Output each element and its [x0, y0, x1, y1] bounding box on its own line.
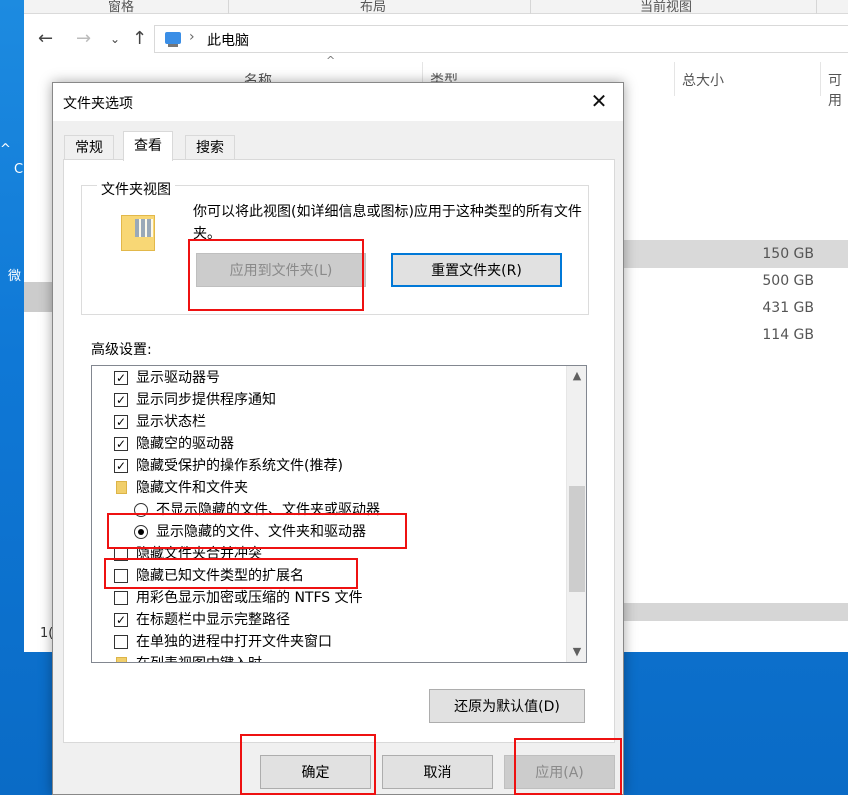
advanced-setting-label: 在单独的进程中打开文件夹窗口	[136, 634, 332, 650]
column-header-total-size[interactable]: 总大小	[682, 70, 724, 90]
advanced-setting-label: 显示驱动器号	[136, 370, 220, 386]
forward-arrow-icon[interactable]: →	[76, 28, 91, 49]
advanced-setting-label: 隐藏空的驱动器	[136, 436, 234, 452]
close-icon[interactable]: ✕	[587, 89, 611, 113]
ribbon-group-current-view[interactable]: 当前视图	[640, 0, 692, 15]
ribbon-group-layout[interactable]: 布局	[360, 0, 386, 15]
chevron-right-icon: ›	[189, 29, 195, 45]
checkbox-unchecked[interactable]	[114, 547, 128, 561]
checkbox-checked[interactable]: ✓	[114, 459, 128, 473]
advanced-setting-item[interactable]: ✓ 显示同步提供程序通知	[92, 389, 562, 411]
apply-button[interactable]: 应用(A)	[504, 755, 615, 789]
checkbox-checked[interactable]: ✓	[114, 437, 128, 451]
ok-button[interactable]: 确定	[260, 755, 371, 789]
folder-icon	[116, 481, 127, 494]
advanced-setting-item[interactable]: 隐藏文件夹合并冲突	[92, 543, 562, 565]
advanced-setting-label: 显示同步提供程序通知	[136, 392, 276, 408]
tab-view[interactable]: 查看	[123, 131, 173, 161]
desktop-icon-arrow: ^	[0, 142, 11, 157]
radio-unselected[interactable]	[134, 503, 148, 517]
advanced-setting-label: 隐藏文件和文件夹	[136, 480, 248, 496]
advanced-setting-label: 在列表视图中键入时	[136, 653, 262, 662]
checkbox-checked[interactable]: ✓	[114, 393, 128, 407]
advanced-setting-item[interactable]: ✓ 显示驱动器号	[92, 367, 562, 389]
address-bar[interactable]: › 此电脑	[154, 25, 848, 53]
advanced-setting-label: 显示隐藏的文件、文件夹和驱动器	[156, 524, 366, 540]
checkbox-unchecked[interactable]	[114, 569, 128, 583]
advanced-setting-label: 隐藏文件夹合并冲突	[136, 546, 262, 562]
sort-ascending-icon: ^	[326, 54, 336, 67]
radio-selected[interactable]	[134, 525, 148, 539]
reset-folders-button[interactable]: 重置文件夹(R)	[391, 253, 562, 287]
advanced-setting-item[interactable]: ✓ 在标题栏中显示完整路径	[92, 609, 562, 631]
folder-icon	[116, 657, 127, 662]
advanced-setting-label: 用彩色显示加密或压缩的 NTFS 文件	[136, 590, 363, 606]
horizontal-scrollbar[interactable]	[622, 603, 848, 621]
advanced-setting-label: 在标题栏中显示完整路径	[136, 612, 290, 628]
advanced-setting-item[interactable]: 在单独的进程中打开文件夹窗口	[92, 631, 562, 653]
advanced-setting-item: 隐藏文件和文件夹	[92, 477, 562, 499]
folder-view-description: 你可以将此视图(如详细信息或图标)应用于这种类型的所有文件夹。	[193, 204, 582, 242]
advanced-setting-label: 不显示隐藏的文件、文件夹或驱动器	[156, 502, 380, 518]
checkbox-checked[interactable]: ✓	[114, 371, 128, 385]
nav-pane-selected[interactable]	[24, 282, 54, 312]
drive-size: 150 GB	[762, 246, 814, 262]
checkbox-checked[interactable]: ✓	[114, 415, 128, 429]
column-header-free-space[interactable]: 可用	[828, 70, 848, 110]
advanced-setting-item[interactable]: 不显示隐藏的文件、文件夹或驱动器	[92, 499, 562, 521]
tab-general[interactable]: 常规	[64, 135, 114, 159]
ribbon-group-panes[interactable]: 窗格	[108, 0, 134, 15]
folder-options-dialog: 文件夹选项 ✕ 常规 查看 搜索 文件夹视图 你可以将此视图(如详细信息或图标)…	[52, 82, 624, 795]
dialog-title: 文件夹选项	[63, 96, 133, 112]
checkbox-checked[interactable]: ✓	[114, 613, 128, 627]
vertical-scrollbar[interactable]: ▲ ▼	[566, 366, 586, 662]
advanced-setting-item[interactable]: 隐藏已知文件类型的扩展名	[92, 565, 562, 587]
breadcrumb[interactable]: 此电脑	[207, 30, 249, 50]
navigation-bar: ← → ⌄ ↑ › 此电脑	[24, 22, 848, 56]
chevron-down-icon[interactable]: ⌄	[110, 32, 120, 46]
back-arrow-icon[interactable]: ←	[38, 28, 53, 49]
up-arrow-icon[interactable]: ↑	[132, 28, 147, 49]
drive-size: 500 GB	[762, 273, 814, 289]
dialog-titlebar[interactable]: 文件夹选项 ✕	[53, 83, 623, 121]
advanced-setting-label: 隐藏受保护的操作系统文件(推荐)	[136, 458, 343, 474]
checkbox-unchecked[interactable]	[114, 635, 128, 649]
ribbon-bar: 窗格 布局 当前视图	[24, 0, 848, 15]
drive-size: 114 GB	[762, 327, 814, 343]
desktop-icon-label: C	[14, 162, 24, 177]
scroll-up-icon[interactable]: ▲	[567, 366, 586, 386]
computer-icon	[165, 32, 181, 47]
advanced-setting-item[interactable]: ✓ 隐藏空的驱动器	[92, 433, 562, 455]
scrollbar-thumb[interactable]	[569, 486, 585, 592]
restore-defaults-button[interactable]: 还原为默认值(D)	[429, 689, 585, 723]
folder-view-icon	[121, 215, 155, 251]
advanced-setting-item[interactable]: 显示隐藏的文件、文件夹和驱动器	[92, 521, 562, 543]
tab-search[interactable]: 搜索	[185, 135, 235, 159]
advanced-settings-list[interactable]: ✓ 显示驱动器号 ✓ 显示同步提供程序通知 ✓ 显示状态栏 ✓ 隐藏空的驱动器 ✓ 隐藏受保护的操…	[91, 365, 587, 663]
selected-row[interactable]	[622, 240, 848, 268]
scroll-down-icon[interactable]: ▼	[567, 642, 586, 662]
advanced-settings-label: 高级设置:	[91, 342, 152, 358]
advanced-setting-item[interactable]: ✓ 显示状态栏	[92, 411, 562, 433]
advanced-setting-item[interactable]: 用彩色显示加密或压缩的 NTFS 文件	[92, 587, 562, 609]
desktop-icon-label: 微	[8, 269, 22, 284]
drive-size: 431 GB	[762, 300, 814, 316]
advanced-setting-label: 隐藏已知文件类型的扩展名	[136, 568, 304, 584]
apply-to-folders-button[interactable]: 应用到文件夹(L)	[196, 253, 366, 287]
advanced-setting-item: 在列表视图中键入时	[92, 653, 562, 662]
cancel-button[interactable]: 取消	[382, 755, 493, 789]
advanced-setting-label: 显示状态栏	[136, 414, 206, 430]
folder-view-legend: 文件夹视图	[97, 179, 175, 199]
checkbox-unchecked[interactable]	[114, 591, 128, 605]
advanced-setting-item[interactable]: ✓ 隐藏受保护的操作系统文件(推荐)	[92, 455, 562, 477]
